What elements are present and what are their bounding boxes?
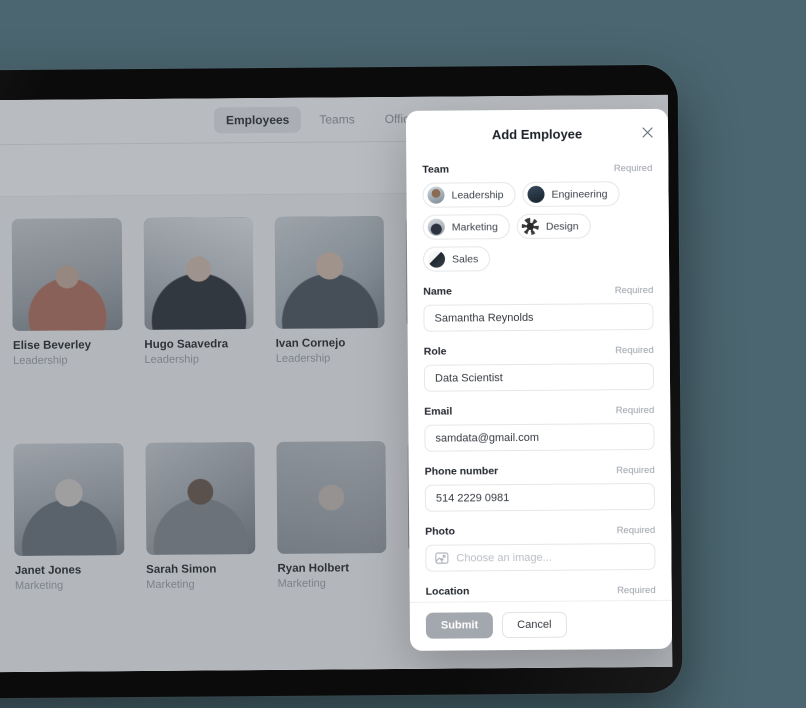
team-chip-marketing[interactable]: Marketing xyxy=(422,214,510,240)
modal-title: Add Employee xyxy=(491,126,583,143)
field-required-team: Required xyxy=(613,162,653,175)
field-label-role: Role xyxy=(423,345,447,358)
field-required-location: Required xyxy=(617,584,656,597)
image-upload-icon xyxy=(434,551,449,566)
team-avatar-icon xyxy=(527,185,545,203)
modal-footer: Submit Cancel xyxy=(409,599,673,651)
tablet-device: ctory Employees Teams Offices s g Leader… xyxy=(0,64,683,700)
field-name: Name Required Samantha Reynolds xyxy=(423,284,654,332)
field-label-email: Email xyxy=(424,405,453,418)
field-header: Role Required xyxy=(424,344,654,358)
tablet-screen: ctory Employees Teams Offices s g Leader… xyxy=(0,94,673,674)
field-header: Team Required xyxy=(422,162,652,176)
team-chip-engineering[interactable]: Engineering xyxy=(522,181,620,207)
phone-input[interactable]: 514 2229 0981 xyxy=(424,482,656,512)
field-label-team: Team xyxy=(422,163,450,176)
name-input[interactable]: Samantha Reynolds xyxy=(423,302,654,332)
field-role: Role Required Data Scientist xyxy=(423,344,655,392)
team-avatar-icon xyxy=(521,217,539,235)
field-header: Photo Required xyxy=(425,524,655,538)
field-required-email: Required xyxy=(615,404,655,417)
field-header: Location Required xyxy=(426,584,656,598)
photo-placeholder-text: Choose an image... xyxy=(456,551,552,565)
field-required-name: Required xyxy=(614,284,654,297)
field-team: Team Required Leadership Engineering Mar… xyxy=(422,162,653,272)
team-chip-group: Leadership Engineering Marketing Design … xyxy=(422,181,653,272)
field-photo: Photo Required Choose an image... xyxy=(425,524,656,572)
team-chip-label: Sales xyxy=(451,252,479,266)
field-label-photo: Photo xyxy=(425,525,455,538)
team-chip-label: Design xyxy=(545,220,579,233)
field-phone: Phone number Required 514 2229 0981 xyxy=(424,464,656,512)
team-chip-design[interactable]: Design xyxy=(516,213,591,240)
add-employee-modal: Add Employee Team Required Leadership En… xyxy=(405,108,673,651)
modal-header: Add Employee xyxy=(406,109,668,154)
field-label-location: Location xyxy=(425,585,470,598)
team-chip-sales[interactable]: Sales xyxy=(422,246,491,272)
field-label-phone: Phone number xyxy=(424,465,499,478)
photo-file-input[interactable]: Choose an image... xyxy=(425,542,656,572)
team-chip-label: Marketing xyxy=(451,220,498,234)
field-label-name: Name xyxy=(423,285,452,298)
submit-button[interactable]: Submit xyxy=(425,612,494,639)
field-required-role: Required xyxy=(615,344,654,357)
team-avatar-icon xyxy=(427,250,446,268)
field-required-photo: Required xyxy=(616,524,656,537)
field-header: Name Required xyxy=(423,284,653,298)
field-header: Email Required xyxy=(424,404,654,418)
team-avatar-icon xyxy=(427,218,445,236)
modal-body-scroll[interactable]: Team Required Leadership Engineering Mar… xyxy=(406,152,672,602)
team-chip-label: Engineering xyxy=(551,187,608,201)
field-header: Phone number Required xyxy=(425,464,655,478)
cancel-button[interactable]: Cancel xyxy=(502,611,567,639)
field-location: Location Required Headquarters xyxy=(426,584,656,602)
team-avatar-icon xyxy=(427,186,445,204)
email-input[interactable]: samdata@gmail.com xyxy=(424,422,655,452)
team-chip-label: Leadership xyxy=(451,188,504,202)
field-required-phone: Required xyxy=(616,464,655,477)
team-chip-leadership[interactable]: Leadership xyxy=(422,182,516,208)
close-icon[interactable] xyxy=(638,123,656,141)
role-input[interactable]: Data Scientist xyxy=(423,362,655,392)
field-email: Email Required samdata@gmail.com xyxy=(424,404,655,452)
